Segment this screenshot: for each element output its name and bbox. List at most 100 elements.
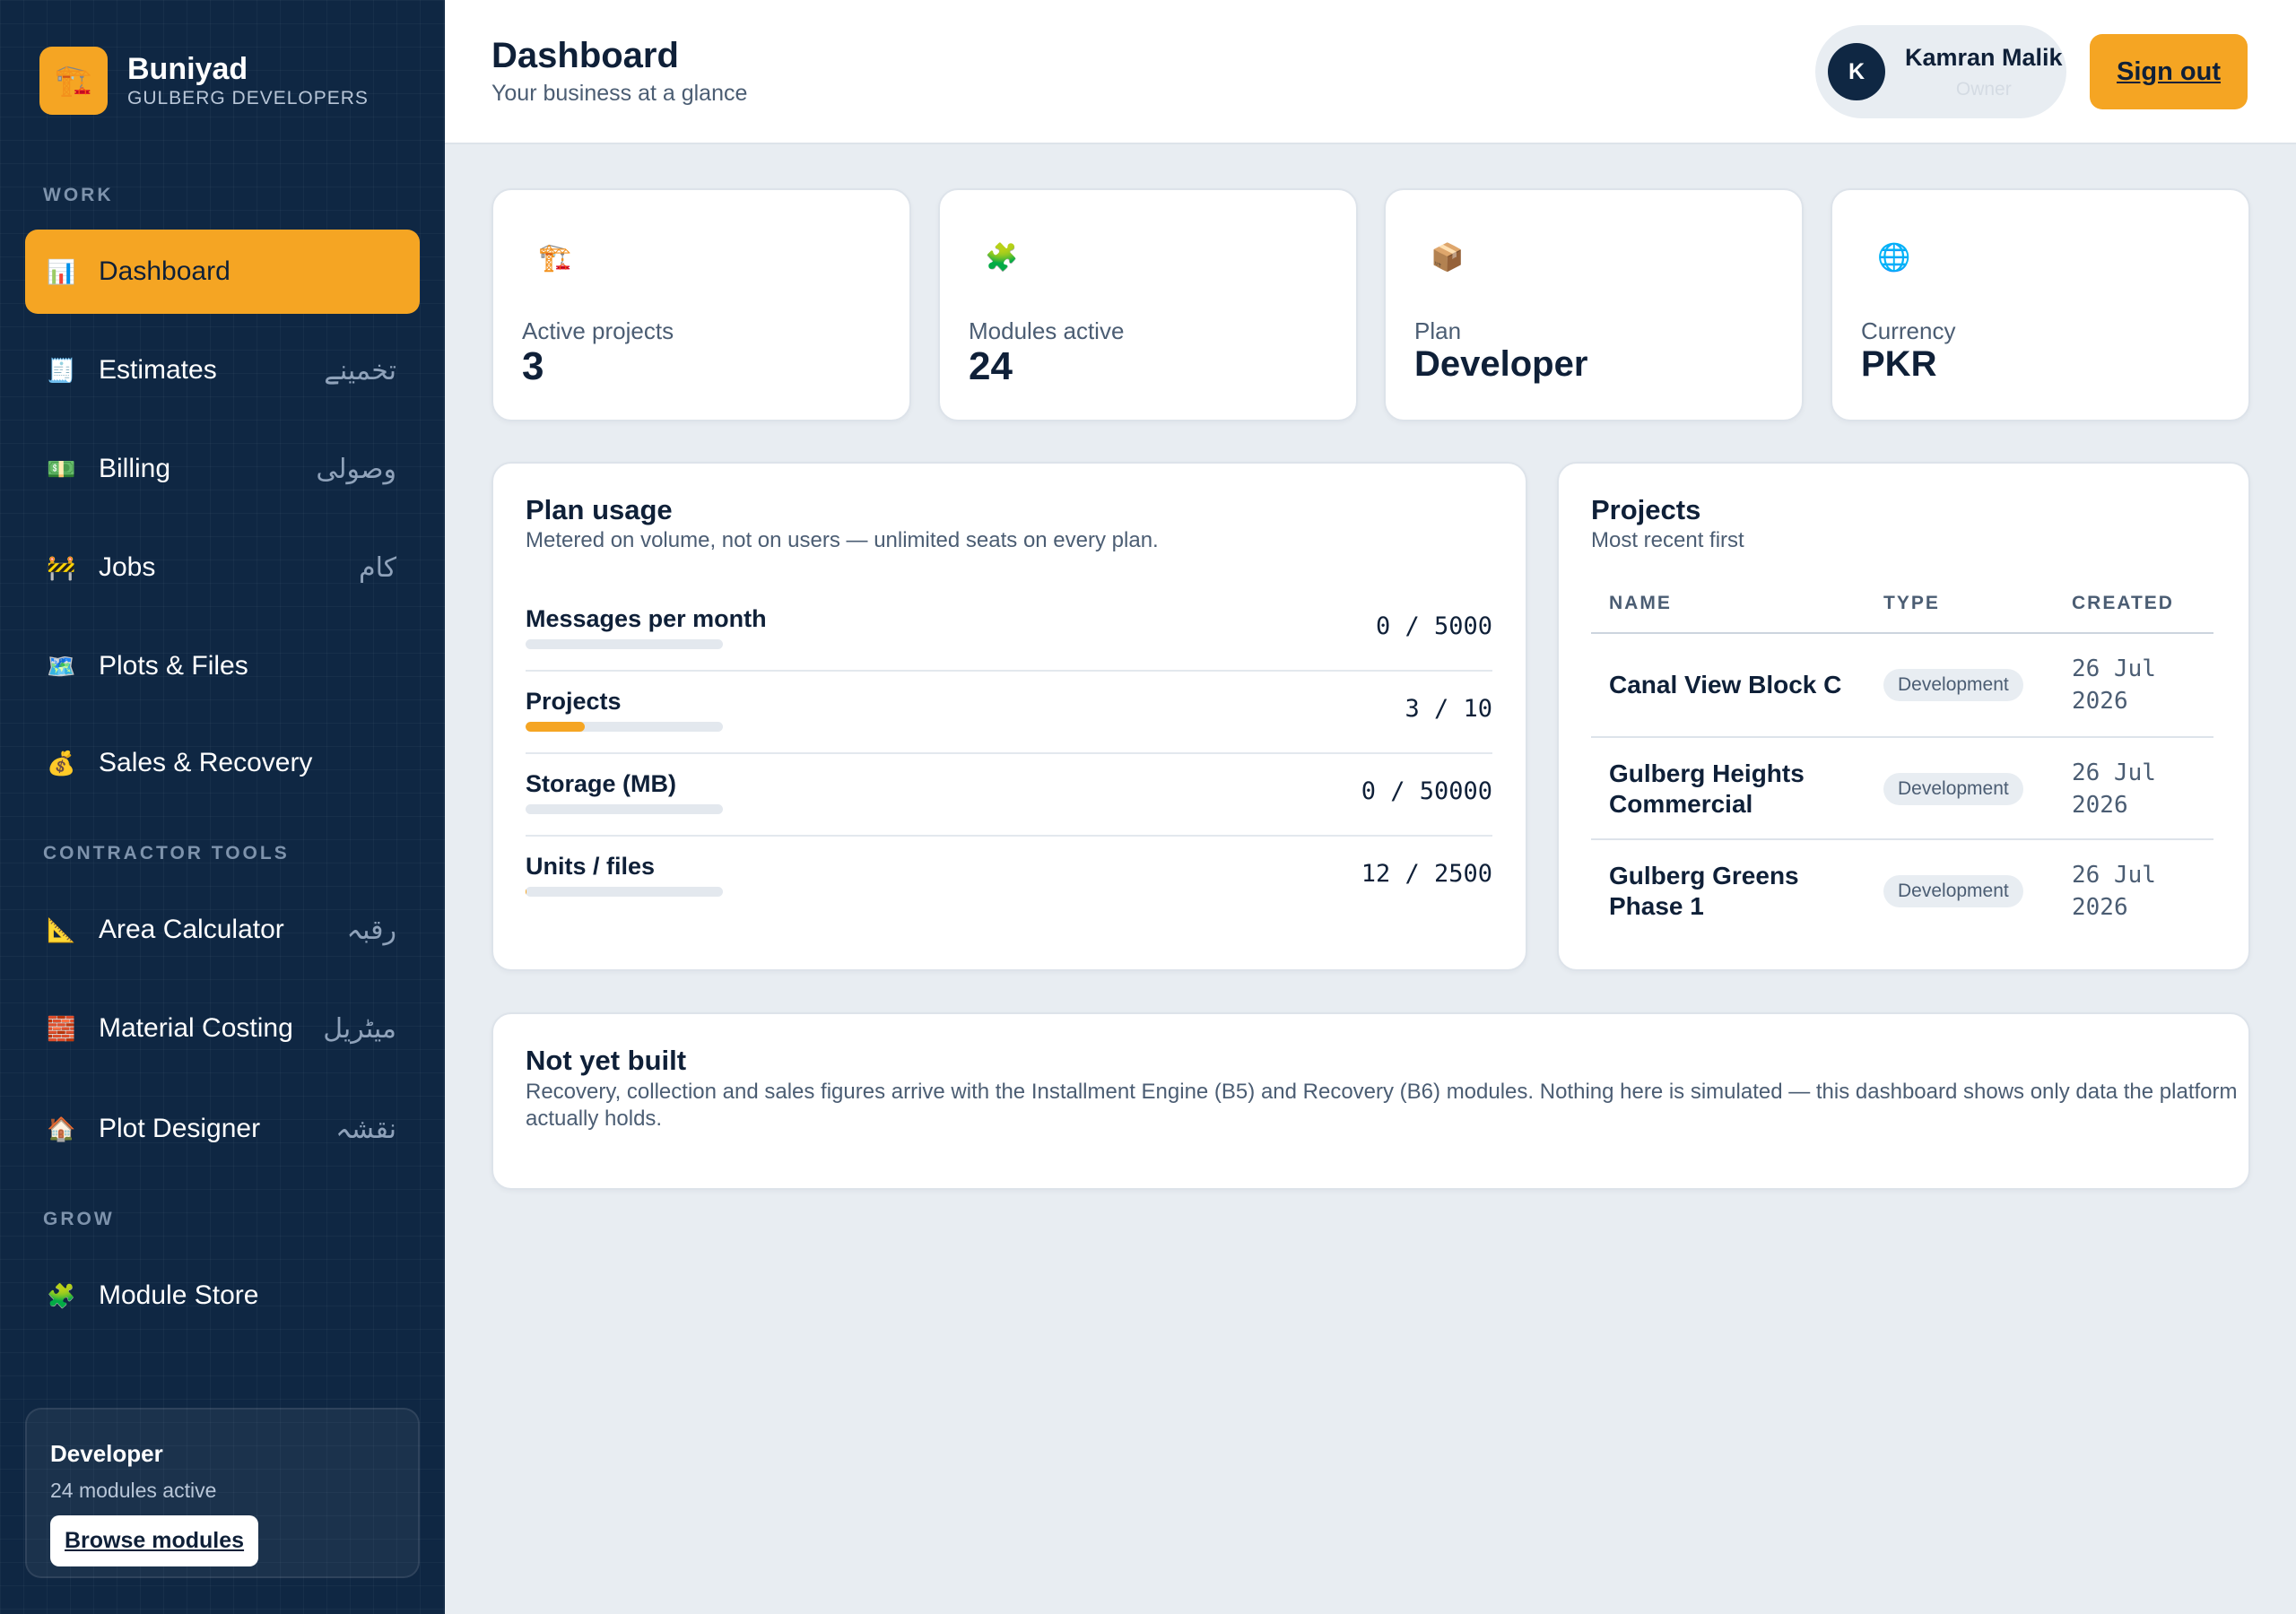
- sidebar-item-label: Plot Designer: [99, 1114, 261, 1143]
- brand-subtitle: GULBERG DEVELOPERS: [127, 88, 369, 108]
- sidebar-item-label: Estimates: [99, 355, 217, 385]
- sidebar-item-label: Module Store: [99, 1280, 259, 1310]
- usage-name: Messages per month: [526, 605, 767, 632]
- browse-modules-button[interactable]: Browse modules: [50, 1515, 259, 1566]
- sidebar-item-label: Jobs: [99, 552, 156, 582]
- sidebar-item-plot-designer[interactable]: 🏠 Plot Designer نقشہ: [25, 1087, 420, 1171]
- section-label-contractor-tools: CONTRACTOR TOOLS: [43, 843, 290, 863]
- sidebar-item-dashboard[interactable]: 📊 Dashboard: [25, 230, 420, 314]
- puzzle-icon: 🧩: [985, 243, 1019, 273]
- stat-card-active-projects: 🏗️ Active projects 3: [491, 188, 911, 421]
- stat-card-currency: 🌐 Currency PKR: [1831, 188, 2250, 421]
- sidebar-item-urdu-label: نقشہ: [335, 1113, 396, 1145]
- usage-progress-fill: [526, 722, 585, 732]
- sidebar-item-billing[interactable]: 💵 Billing وصولی: [25, 427, 420, 511]
- projects-title: Projects: [1591, 494, 1701, 525]
- usage-value: 3 / 10: [1405, 695, 1492, 723]
- money-bag-icon: 💰: [47, 749, 76, 777]
- not-yet-built-title: Not yet built: [526, 1045, 687, 1076]
- plan-card-title: Developer: [50, 1440, 163, 1467]
- sidebar-item-label: Material Costing: [99, 1013, 293, 1043]
- usage-value: 12 / 2500: [1361, 860, 1492, 888]
- table-row[interactable]: Gulberg Heights Commercial Development 2…: [1591, 738, 2213, 840]
- brand-logo-icon: 🏗️: [39, 47, 108, 115]
- project-name: Canal View Block C: [1609, 671, 1842, 699]
- sidebar-item-jobs[interactable]: 🚧 Jobs کام: [25, 525, 420, 610]
- chart-icon: 📊: [47, 257, 76, 285]
- globe-icon: 🌐: [1877, 243, 1911, 273]
- usage-name: Storage (MB): [526, 770, 676, 797]
- not-yet-built-text: Recovery, collection and sales figures a…: [526, 1080, 2238, 1131]
- sidebar-item-label: Dashboard: [99, 256, 230, 286]
- plan-usage-card: Plan usage Metered on volume, not on use…: [491, 462, 1527, 971]
- brand-text: Buniyad GULBERG DEVELOPERS: [127, 51, 369, 110]
- brand[interactable]: 🏗️ Buniyad GULBERG DEVELOPERS: [39, 47, 369, 115]
- section-label-work: WORK: [43, 185, 114, 205]
- brand-name: Buniyad: [127, 52, 248, 86]
- usage-row-units-files: Units / files 12 / 2500: [526, 837, 1492, 919]
- usage-row-messages: Messages per month 0 / 5000: [526, 589, 1492, 672]
- package-icon: 📦: [1431, 243, 1465, 273]
- not-yet-built-card: Not yet built Recovery, collection and s…: [491, 1012, 2250, 1190]
- stat-card-modules-active: 🧩 Modules active 24: [938, 188, 1358, 421]
- stat-label: Modules active: [969, 317, 1125, 344]
- sidebar-item-area-calculator[interactable]: 📐 Area Calculator رقبہ: [25, 888, 420, 972]
- column-header-created: CREATED: [2072, 593, 2174, 613]
- stat-label: Active projects: [522, 317, 674, 344]
- project-created-date: 26 Jul 2026: [2072, 759, 2156, 819]
- usage-value: 0 / 50000: [1361, 777, 1492, 805]
- map-icon: 🗺️: [47, 652, 76, 680]
- page-subtitle: Your business at a glance: [491, 81, 748, 106]
- usage-progress-track: [526, 804, 723, 814]
- project-name: Gulberg Heights Commercial: [1609, 759, 1805, 818]
- table-row[interactable]: Gulberg Greens Phase 1 Development 26 Ju…: [1591, 840, 2213, 942]
- projects-card: Projects Most recent first NAME TYPE CRE…: [1557, 462, 2250, 971]
- sidebar-item-urdu-label: وصولی: [316, 453, 396, 485]
- section-label-grow: GROW: [43, 1209, 115, 1229]
- sidebar-item-label: Area Calculator: [99, 915, 284, 944]
- usage-name: Projects: [526, 688, 622, 715]
- sidebar-item-module-store[interactable]: 🧩 Module Store: [25, 1254, 420, 1338]
- usage-row-storage: Storage (MB) 0 / 50000: [526, 754, 1492, 837]
- stat-value: 3: [522, 344, 544, 388]
- sidebar-item-label: Plots & Files: [99, 651, 248, 681]
- sidebar-item-plots-files[interactable]: 🗺️ Plots & Files: [25, 624, 420, 708]
- sidebar-item-estimates[interactable]: 🧾 Estimates تخمینے: [25, 328, 420, 412]
- project-type-badge: Development: [1883, 773, 2023, 805]
- usage-progress-track: [526, 887, 723, 897]
- stat-value: Developer: [1414, 344, 1588, 384]
- projects-subtitle: Most recent first: [1591, 528, 1744, 552]
- plan-card-subtitle: 24 modules active: [50, 1479, 217, 1502]
- stat-label: Plan: [1414, 317, 1462, 344]
- barrier-icon: 🚧: [47, 553, 76, 581]
- ruler-triangle-icon: 📐: [47, 915, 76, 943]
- table-row[interactable]: Canal View Block C Development 26 Jul 20…: [1591, 634, 2213, 736]
- project-type-badge: Development: [1883, 669, 2023, 701]
- brick-icon: 🧱: [47, 1014, 76, 1042]
- stat-label: Currency: [1861, 317, 1956, 344]
- sidebar-plan-card: Developer 24 modules active Browse modul…: [25, 1408, 420, 1578]
- sign-out-button[interactable]: Sign out: [2090, 34, 2248, 109]
- sidebar-item-urdu-label: میٹریل: [323, 1012, 396, 1045]
- usage-name: Units / files: [526, 853, 656, 880]
- usage-row-projects: Projects 3 / 10: [526, 672, 1492, 754]
- project-created-date: 26 Jul 2026: [2072, 655, 2156, 715]
- plan-usage-title: Plan usage: [526, 494, 673, 525]
- sidebar-item-sales-recovery[interactable]: 💰 Sales & Recovery: [25, 721, 420, 805]
- sidebar-item-material-costing[interactable]: 🧱 Material Costing میٹریل: [25, 986, 420, 1071]
- project-name: Gulberg Greens Phase 1: [1609, 862, 1799, 920]
- stat-value: 24: [969, 344, 1013, 388]
- column-header-name: NAME: [1609, 593, 1672, 613]
- banknote-icon: 💵: [47, 455, 76, 482]
- user-info: Kamran Malik Owner: [1905, 44, 2063, 100]
- user-menu[interactable]: K Kamran Malik Owner: [1815, 25, 2066, 118]
- topbar: Dashboard Your business at a glance K Ka…: [445, 0, 2296, 144]
- usage-progress-track: [526, 639, 723, 649]
- stat-card-plan: 📦 Plan Developer: [1384, 188, 1804, 421]
- sidebar: 🏗️ Buniyad GULBERG DEVELOPERS WORK 📊 Das…: [0, 0, 445, 1614]
- sidebar-item-urdu-label: رقبہ: [346, 914, 396, 946]
- user-name: Kamran Malik: [1905, 43, 2063, 71]
- avatar: K: [1828, 43, 1885, 100]
- project-created-date: 26 Jul 2026: [2072, 862, 2156, 921]
- crane-icon: 🏗️: [538, 243, 572, 273]
